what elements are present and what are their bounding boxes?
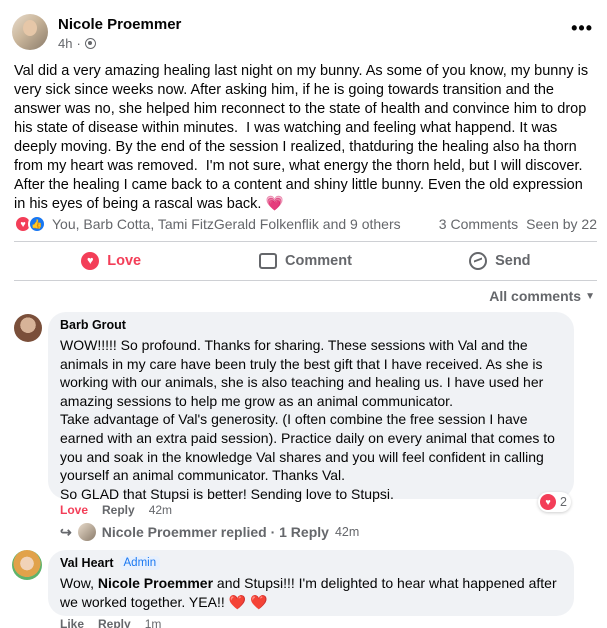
comment-author[interactable]: Barb Grout	[60, 318, 562, 332]
comment-reaction-count: 2	[560, 495, 567, 509]
heart-emoji-icon: ❤️	[249, 593, 268, 610]
chevron-down-icon: ▼	[585, 290, 595, 302]
post-time[interactable]: 4h	[58, 36, 72, 51]
like-reaction-icon: 👍	[28, 215, 46, 233]
comment-time[interactable]: 42m	[149, 503, 172, 517]
admin-badge: Admin	[119, 556, 161, 570]
comment-time[interactable]: 1m	[145, 617, 162, 628]
comment-actions: Love Reply 42m	[60, 503, 172, 517]
reactors-list[interactable]: You, Barb Cotta, Tami FitzGerald Folkenf…	[52, 216, 439, 232]
comment-text: WOW!!!!! So profound. Thanks for sharing…	[60, 337, 555, 502]
messenger-icon	[469, 252, 488, 270]
divider	[14, 280, 597, 281]
comment-author[interactable]: Val Heart	[60, 556, 114, 570]
heart-emoji-icon: ❤️	[228, 593, 247, 610]
post-author[interactable]: Nicole Proemmer	[58, 16, 181, 33]
love-button[interactable]: ♥ Love	[14, 246, 208, 276]
comment-love-button[interactable]: Love	[60, 503, 88, 517]
comment-text-prefix: Wow,	[60, 575, 98, 591]
comment-filter-label: All comments	[489, 288, 582, 304]
divider	[14, 241, 597, 242]
view-replies-link[interactable]: ↪ Nicole Proemmer replied · 1 Reply 42m	[60, 523, 359, 541]
comment-button[interactable]: Comment	[208, 246, 402, 276]
post-header: Nicole Proemmer 4h · •••	[12, 12, 595, 56]
author-avatar[interactable]	[12, 14, 48, 50]
comment-button-label: Comment	[285, 253, 352, 269]
more-options-icon[interactable]: •••	[571, 18, 593, 39]
globe-icon	[84, 38, 96, 49]
action-bar: ♥ Love Comment Send	[14, 246, 597, 276]
comment-filter-dropdown[interactable]: All comments ▼	[489, 288, 595, 304]
love-button-label: Love	[107, 253, 142, 269]
reply-arrow-icon: ↪	[60, 523, 72, 540]
post-meta: 4h ·	[58, 36, 96, 51]
send-button[interactable]: Send	[403, 246, 597, 276]
comment-reactions[interactable]: ♥ 2	[538, 492, 571, 512]
comment-reply-button[interactable]: Reply	[98, 617, 131, 628]
comment-bubble: Barb Grout WOW!!!!! So profound. Thanks …	[48, 312, 574, 502]
comments-count[interactable]: 3 Comments	[439, 216, 518, 232]
replies-time: 42m	[334, 525, 360, 539]
replier-avatar	[77, 523, 96, 541]
commenter-avatar[interactable]	[12, 550, 42, 580]
reaction-icons[interactable]: ♥ 👍	[14, 215, 46, 233]
mention-link[interactable]: Nicole Proemmer	[98, 575, 213, 591]
seen-by[interactable]: Seen by 22	[526, 216, 597, 232]
send-button-label: Send	[495, 253, 531, 269]
heart-icon: ♥	[81, 252, 100, 270]
comment-actions: Like Reply 1m	[60, 617, 161, 628]
comment-reply-button[interactable]: Reply	[102, 503, 135, 517]
comment-text: Wow, Nicole Proemmer and Stupsi!!! I'm d…	[60, 574, 562, 611]
replies-text: Nicole Proemmer replied · 1 Reply	[101, 524, 329, 540]
love-reaction-icon: ♥	[540, 494, 556, 510]
commenter-avatar[interactable]	[14, 314, 42, 342]
reactions-summary: ♥ 👍 You, Barb Cotta, Tami FitzGerald Fol…	[14, 212, 597, 236]
comment-like-button[interactable]: Like	[60, 617, 84, 628]
comment-author-row: Val Heart Admin	[60, 556, 562, 570]
comment-bubble: Val Heart Admin Wow, Nicole Proemmer and…	[48, 550, 574, 616]
comment-icon	[259, 253, 278, 269]
post-body: Val did a very amazing healing last nigh…	[14, 63, 589, 212]
